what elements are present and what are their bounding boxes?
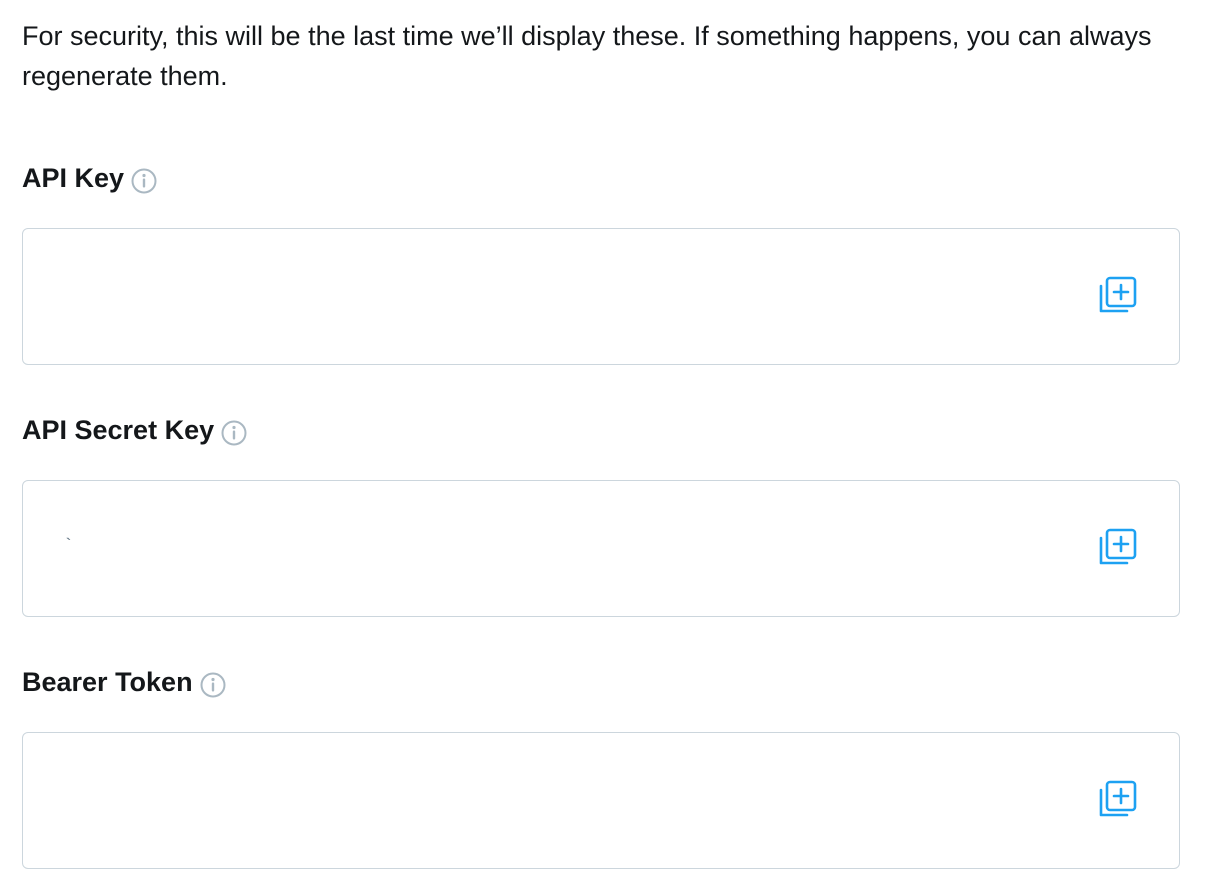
api-secret-key-label: API Secret Key [22,414,215,445]
copy-bearer-token-button[interactable] [1097,777,1139,819]
copy-api-secret-key-button[interactable] [1097,525,1139,567]
info-circle-icon[interactable] [199,671,227,699]
copy-icon [1099,276,1137,313]
bearer-token-box [22,732,1180,869]
api-key-label: API Key [22,162,125,193]
bearer-token-label-row: Bearer Token [22,662,227,702]
api-secret-key-box: ` [22,480,1180,617]
copy-icon [1099,528,1137,565]
api-key-label-row: API Key [22,158,158,198]
copy-icon [1099,780,1137,817]
api-secret-key-label-row: API Secret Key [22,410,248,450]
keys-page: For security, this will be the last time… [0,0,1206,894]
security-notice: For security, this will be the last time… [22,21,1152,91]
bearer-token-label: Bearer Token [22,666,193,697]
info-circle-icon[interactable] [130,167,158,195]
api-key-box [22,228,1180,365]
api-secret-key-value: ` [63,537,74,557]
copy-api-key-button[interactable] [1097,273,1139,315]
info-circle-icon[interactable] [220,419,248,447]
